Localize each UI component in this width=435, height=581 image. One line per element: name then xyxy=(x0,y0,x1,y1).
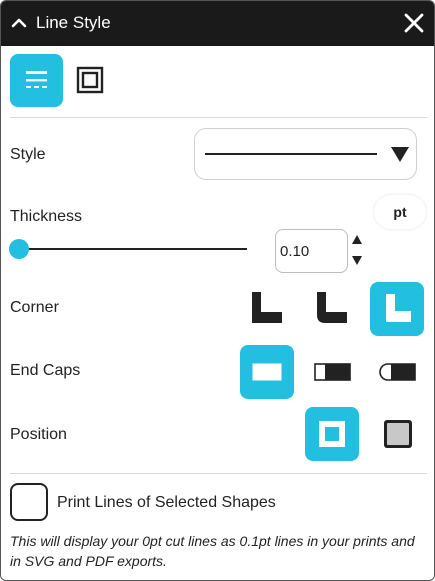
tab-stroke-settings[interactable] xyxy=(10,54,63,107)
unit-badge[interactable]: pt xyxy=(374,195,426,229)
outside-position-icon xyxy=(384,420,412,448)
square-border-icon xyxy=(76,66,104,94)
thickness-input[interactable] xyxy=(275,229,348,273)
position-outside-button[interactable] xyxy=(380,415,416,453)
corner-label: Corner xyxy=(10,299,59,316)
end-caps-label: End Caps xyxy=(10,362,81,379)
butt-cap-icon xyxy=(314,363,351,381)
triangle-up-icon xyxy=(352,235,362,244)
print-lines-label[interactable]: Print Lines of Selected Shapes xyxy=(57,493,276,513)
triangle-down-icon xyxy=(391,147,409,162)
thickness-slider-track[interactable] xyxy=(19,248,247,250)
style-dropdown[interactable] xyxy=(194,128,417,180)
chevron-up-icon[interactable] xyxy=(10,14,28,32)
line-style-panel: Line Style Style Thickness pt 0.10 Corne… xyxy=(0,0,435,581)
divider xyxy=(10,473,427,474)
round-cap-icon xyxy=(379,363,416,381)
thickness-decrement[interactable] xyxy=(351,254,363,266)
miter-corner-icon xyxy=(252,292,282,323)
style-label: Style xyxy=(10,146,46,163)
end-cap-round-button[interactable] xyxy=(374,353,420,391)
thickness-slider-thumb[interactable] xyxy=(9,239,29,259)
title-bar: Line Style xyxy=(1,1,434,46)
close-button[interactable] xyxy=(402,11,426,35)
tab-border-settings[interactable] xyxy=(74,64,106,96)
corner-miter-button[interactable] xyxy=(242,282,292,332)
square-cap-icon xyxy=(252,363,282,381)
print-lines-note: This will display your 0pt cut lines as … xyxy=(10,533,415,569)
corner-round-button[interactable] xyxy=(306,282,356,332)
thickness-label: Thickness xyxy=(10,208,83,225)
close-icon xyxy=(404,13,424,33)
solid-line-preview xyxy=(205,147,409,162)
end-cap-butt-button[interactable] xyxy=(309,353,355,391)
bevel-corner-icon xyxy=(386,294,411,322)
triangle-down-icon xyxy=(352,256,362,265)
panel-title: Line Style xyxy=(36,13,111,32)
thickness-increment[interactable] xyxy=(351,234,363,246)
corner-bevel-button[interactable] xyxy=(370,282,424,336)
position-inside-button[interactable] xyxy=(305,407,359,461)
print-lines-checkbox[interactable] xyxy=(10,483,48,521)
end-cap-square-button[interactable] xyxy=(240,345,294,399)
round-corner-icon xyxy=(317,292,347,323)
inside-position-icon xyxy=(319,421,345,447)
line-stroke-icon xyxy=(26,71,47,88)
position-label: Position xyxy=(10,426,67,443)
divider xyxy=(10,117,427,118)
